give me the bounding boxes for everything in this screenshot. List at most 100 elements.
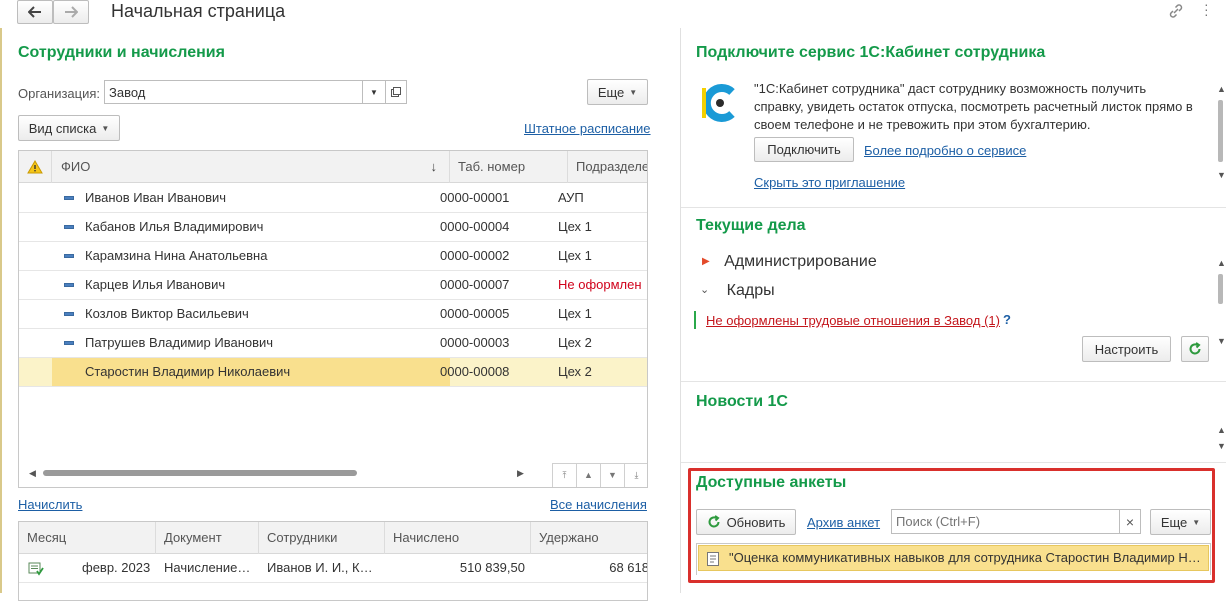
scroll-down-icon[interactable]: ▼	[1217, 170, 1226, 180]
task-item-label: Кадры	[726, 282, 775, 299]
refresh-tasks-button[interactable]	[1181, 336, 1209, 362]
back-button[interactable]	[17, 0, 53, 24]
employee-dept: АУП	[558, 190, 584, 205]
accrual-month: февр. 2023	[82, 560, 151, 575]
nav-last-button[interactable]: ⤓	[624, 464, 647, 487]
nav-down-button[interactable]: ▼	[600, 464, 624, 487]
table-row[interactable]: Карамзина Нина Анатольевна 0000-00002 Цех …	[19, 242, 647, 271]
caret-down-icon: ▼	[1192, 517, 1201, 527]
table-row[interactable]: Иванов Иван Иванович 0000-00001 АУП	[19, 184, 647, 213]
surveys-title: Доступные анкеты	[696, 474, 847, 491]
survey-list: "Оценка коммуникативных навыков для сотр…	[696, 543, 1211, 575]
column-header-name[interactable]: ФИО ↓	[52, 151, 450, 183]
task-item-hr[interactable]: ⌄ Кадры	[700, 282, 775, 300]
survey-document-icon	[707, 552, 719, 566]
employee-name: Карцев Илья Иванович	[85, 277, 226, 292]
column-header-number[interactable]: Таб. номер	[450, 151, 568, 183]
org-label: Организация:	[18, 86, 101, 101]
table-row[interactable]: Старостин Владимир Николаевич 0000-00008 Ц…	[19, 358, 647, 387]
scroll-down-icon[interactable]: ▼	[1217, 336, 1226, 346]
caret-down-icon: ▼	[101, 123, 110, 133]
scroll-right-icon[interactable]: ▶	[517, 468, 524, 479]
employee-dept: Цех 2	[558, 335, 592, 350]
chevron-down-icon: ▼	[370, 87, 378, 97]
org-open-button[interactable]	[385, 80, 407, 104]
column-header-dept[interactable]: Подразделение	[568, 151, 647, 183]
task-item-admin[interactable]: ▶ Администрирование	[702, 253, 877, 271]
survey-item-label: "Оценка коммуникативных навыков для сотр…	[729, 550, 1201, 565]
warning-icon	[27, 160, 43, 174]
connect-button[interactable]: Подключить	[754, 137, 854, 162]
table-row[interactable]: Козлов Виктор Васильевич 0000-00005 Цех 1	[19, 300, 647, 329]
tasks-scrollbar[interactable]: ▲ ▼	[1216, 258, 1226, 348]
accrual-staff: Иванов И. И., К…	[267, 560, 373, 575]
service-details-link[interactable]: Более подробно о сервисе	[864, 143, 1026, 158]
alert-column-header[interactable]	[19, 151, 52, 183]
employees-more-button[interactable]: Еще ▼	[587, 79, 648, 105]
nav-first-button[interactable]: ⤒	[552, 464, 576, 487]
scroll-left-icon[interactable]: ◀	[29, 468, 36, 479]
employee-dept: Цех 1	[558, 306, 592, 321]
all-accruals-link[interactable]: Все начисления	[550, 497, 647, 512]
scroll-up-icon[interactable]: ▲	[1217, 258, 1226, 268]
column-header-document[interactable]: Документ	[156, 522, 259, 554]
open-window-icon	[391, 87, 401, 97]
column-header-staff[interactable]: Сотрудники	[259, 522, 385, 554]
column-header-withheld[interactable]: Удержано	[531, 522, 647, 554]
employee-dept: Не оформлен	[558, 277, 642, 292]
table-row[interactable]: Кабанов Илья Владимирович 0000-00004 Цех 1	[19, 213, 647, 242]
table-row[interactable]: Патрушев Владимир Иванович 0000-00003 Цех …	[19, 329, 647, 358]
employee-name: Старостин Владимир Николаевич	[52, 358, 450, 386]
scrollbar-thumb[interactable]	[1218, 274, 1223, 304]
refresh-icon	[708, 515, 720, 528]
more-label: Еще	[597, 84, 625, 100]
task-item-label: Администрирование	[724, 253, 877, 270]
column-header-month[interactable]: Месяц	[19, 522, 156, 554]
accruals-table-header: Месяц Документ Сотрудники Начислено Удер…	[19, 522, 647, 554]
org-dropdown-button[interactable]: ▼	[362, 80, 386, 104]
refresh-label: Обновить	[726, 514, 786, 530]
employee-name: Иванов Иван Иванович	[85, 190, 227, 205]
configure-button[interactable]: Настроить	[1082, 336, 1171, 362]
search-input[interactable]	[891, 509, 1120, 534]
scrollbar-thumb[interactable]	[43, 470, 357, 476]
list-item[interactable]: "Оценка коммуникативных навыков для сотр…	[698, 545, 1209, 571]
scroll-down-icon[interactable]: ▼	[1217, 441, 1226, 451]
section-divider	[681, 462, 1226, 463]
hide-invitation-link[interactable]: Скрыть это приглашение	[754, 175, 905, 190]
vertical-dots-icon[interactable]: · · ·	[1204, 0, 1209, 21]
survey-archive-link[interactable]: Архив анкет	[807, 515, 880, 530]
cabinet-title: Подключите сервис 1С:Кабинет сотрудника	[696, 44, 1046, 61]
view-list-button[interactable]: Вид списка ▼	[18, 115, 120, 141]
nav-up-button[interactable]: ▲	[576, 464, 600, 487]
employee-number: 0000-00008	[440, 364, 510, 379]
accruals-table[interactable]: Месяц Документ Сотрудники Начислено Удер…	[18, 521, 648, 601]
staff-schedule-link[interactable]: Штатное расписание	[524, 121, 651, 136]
cabinet-scrollbar[interactable]: ▲ ▼	[1216, 84, 1226, 182]
alert-marker	[694, 311, 696, 329]
employee-dept: Цех 1	[558, 219, 592, 234]
scroll-up-icon[interactable]: ▲	[1217, 425, 1226, 435]
column-header-accrued[interactable]: Начислено	[385, 522, 531, 554]
caret-down-icon: ▼	[629, 87, 638, 97]
forward-button[interactable]	[53, 0, 89, 24]
refresh-surveys-button[interactable]: Обновить	[696, 509, 796, 535]
news-title: Новости 1С	[696, 393, 788, 410]
page-title: Начальная страница	[111, 1, 286, 21]
unregistered-relations-link[interactable]: Не оформлены трудовые отношения в Завод …	[706, 313, 1000, 328]
scroll-up-icon[interactable]: ▲	[1217, 84, 1226, 94]
surveys-more-button[interactable]: Еще ▼	[1150, 509, 1211, 535]
org-select[interactable]: Завод	[104, 80, 363, 104]
accrue-link[interactable]: Начислить	[18, 497, 82, 512]
table-row[interactable]: Карцев Илья Иванович 0000-00007 Не оформле…	[19, 271, 647, 300]
arrow-right-icon	[65, 6, 78, 18]
chain-link-icon[interactable]	[1168, 3, 1184, 19]
news-scrollbar[interactable]: ▲ ▼	[1216, 425, 1226, 455]
tasks-title: Текущие дела	[696, 217, 806, 234]
clear-search-button[interactable]: ×	[1119, 509, 1141, 534]
horizontal-scrollbar[interactable]: ◀ ▶	[27, 467, 527, 479]
employees-table[interactable]: ФИО ↓ Таб. номер Подразделение Иванов Ива…	[18, 150, 648, 488]
help-icon[interactable]: ?	[1003, 312, 1011, 327]
scrollbar-thumb[interactable]	[1218, 100, 1223, 162]
table-row[interactable]: февр. 2023 Начисление… Иванов И. И., К… …	[19, 554, 647, 583]
